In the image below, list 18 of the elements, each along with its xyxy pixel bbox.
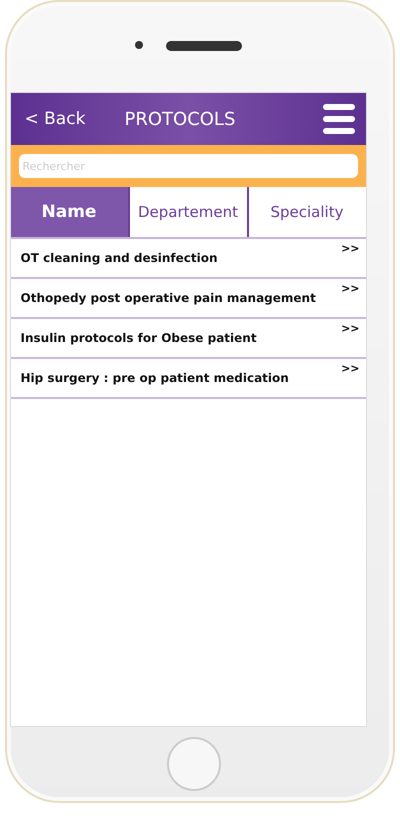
screen-title: PROTOCOLS: [124, 108, 236, 130]
protocol-row[interactable]: Othopedy post operative pain management >>: [10, 279, 366, 319]
back-button[interactable]: < Back: [24, 109, 124, 129]
camera-icon: [135, 41, 143, 49]
tab[interactable]: Name: [10, 187, 128, 237]
menu-icon[interactable]: [322, 102, 356, 136]
protocol-row[interactable]: Insulin protocols for Obese patient >>: [10, 319, 366, 359]
chevron-text: >>: [341, 322, 360, 335]
chevron-text: >>: [341, 282, 360, 295]
protocol-title: Insulin protocols for Obese patient: [20, 331, 257, 345]
chevron-text: >>: [341, 242, 360, 255]
chevron-text: >>: [341, 362, 360, 375]
protocol-title: OT cleaning and desinfection: [20, 251, 218, 265]
protocol-row[interactable]: OT cleaning and desinfection >>: [10, 239, 366, 279]
protocol-title: Hip surgery : pre op patient medication: [20, 371, 289, 385]
protocol-row[interactable]: Hip surgery : pre op patient medication >>: [10, 359, 366, 399]
protocol-title: Othopedy post operative pain management: [20, 291, 316, 305]
speaker-icon: [166, 41, 242, 51]
